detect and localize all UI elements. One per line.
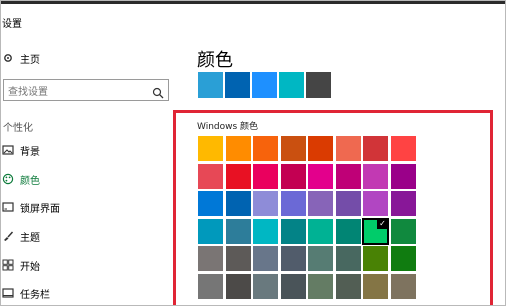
palette-icon — [2, 173, 14, 185]
color-swatch[interactable] — [253, 246, 278, 271]
color-swatch[interactable] — [363, 163, 388, 189]
lockscreen-icon — [2, 201, 14, 213]
color-swatch[interactable] — [225, 273, 251, 299]
sidebar-item-lockscreen[interactable]: 锁屏界面 — [0, 193, 176, 221]
section-label: 个性化 — [3, 123, 33, 134]
recent-color-swatch[interactable] — [306, 72, 331, 98]
color-swatch[interactable] — [198, 136, 223, 161]
sidebar-item-start[interactable]: 开始 — [0, 251, 176, 279]
sidebar-item-label: 任务栏 — [20, 289, 50, 301]
color-swatch[interactable] — [280, 136, 306, 161]
color-swatch[interactable] — [198, 191, 223, 216]
start-icon — [2, 259, 14, 271]
image-icon — [2, 144, 14, 156]
color-swatch[interactable] — [390, 136, 416, 161]
sidebar-item-label: 开始 — [20, 261, 40, 273]
color-swatch[interactable] — [198, 246, 223, 271]
color-swatch[interactable] — [308, 273, 333, 299]
sidebar-item-label: 主题 — [20, 232, 40, 244]
color-swatch[interactable] — [335, 246, 361, 271]
recent-color-swatch[interactable] — [198, 72, 223, 98]
color-swatch[interactable] — [225, 191, 251, 216]
search-input[interactable] — [4, 82, 148, 103]
recent-color-swatch[interactable] — [252, 72, 277, 98]
window-title: 设置 — [2, 19, 22, 30]
title-bar: 设置 — [0, 4, 506, 34]
color-swatch[interactable] — [253, 191, 278, 216]
sidebar-item-label: 颜色 — [20, 175, 40, 187]
color-swatch[interactable] — [253, 273, 278, 299]
sidebar-item-themes[interactable]: 主题 — [0, 222, 176, 250]
color-swatch[interactable] — [308, 191, 333, 216]
taskbar-icon — [2, 287, 14, 299]
search-icon[interactable] — [152, 84, 164, 103]
recent-color-swatch[interactable] — [225, 72, 250, 98]
color-swatch[interactable]: ✓ — [362, 217, 389, 245]
color-swatch[interactable] — [335, 163, 361, 189]
sidebar-item-label: 背景 — [20, 146, 40, 158]
color-swatch[interactable] — [335, 191, 361, 216]
sidebar-item-home[interactable]: 主页 — [0, 44, 176, 72]
color-swatch[interactable] — [390, 163, 416, 189]
color-swatch[interactable] — [308, 163, 333, 189]
color-swatch[interactable] — [390, 218, 416, 244]
checkmark-icon: ✓ — [377, 218, 388, 229]
color-swatch[interactable] — [390, 273, 416, 299]
windows-colors-title: Windows 颜色 — [197, 122, 259, 132]
color-swatch[interactable] — [308, 218, 333, 244]
gear-icon — [2, 52, 14, 64]
color-swatch[interactable] — [363, 136, 388, 161]
color-swatch[interactable] — [225, 136, 251, 161]
color-swatch[interactable] — [335, 136, 361, 161]
sidebar-item-taskbar[interactable]: 任务栏 — [0, 279, 176, 307]
page-title: 颜色 — [197, 50, 233, 71]
color-swatch[interactable] — [390, 191, 416, 216]
color-swatch[interactable] — [308, 136, 333, 161]
sidebar-item-label: 主页 — [20, 54, 40, 66]
color-swatch[interactable] — [308, 246, 333, 271]
color-swatch[interactable] — [225, 163, 251, 189]
color-swatch[interactable] — [198, 163, 223, 189]
color-swatch[interactable] — [280, 246, 306, 271]
sidebar-item-background[interactable]: 背景 — [0, 136, 176, 164]
recent-color-swatch[interactable] — [279, 72, 304, 98]
color-swatch[interactable] — [363, 191, 388, 216]
color-swatch[interactable] — [225, 246, 251, 271]
color-swatch[interactable] — [335, 218, 361, 244]
color-swatch[interactable] — [280, 191, 306, 216]
color-swatch[interactable] — [198, 273, 223, 299]
color-swatch[interactable] — [253, 218, 278, 244]
color-swatch[interactable] — [253, 136, 278, 161]
color-swatch[interactable] — [280, 218, 306, 244]
color-swatch[interactable] — [390, 246, 416, 271]
color-swatch[interactable] — [363, 246, 388, 271]
color-swatch[interactable] — [363, 273, 388, 299]
color-swatch[interactable] — [280, 163, 306, 189]
brush-icon — [2, 230, 14, 242]
search-field[interactable] — [3, 79, 169, 103]
sidebar-item-label: 锁屏界面 — [20, 203, 60, 215]
color-swatch[interactable] — [225, 218, 251, 244]
color-swatch[interactable] — [253, 163, 278, 189]
color-swatch[interactable] — [335, 273, 361, 299]
color-swatch[interactable] — [280, 273, 306, 299]
sidebar-item-colors[interactable]: 颜色 — [0, 165, 176, 193]
color-swatch[interactable] — [198, 218, 223, 244]
